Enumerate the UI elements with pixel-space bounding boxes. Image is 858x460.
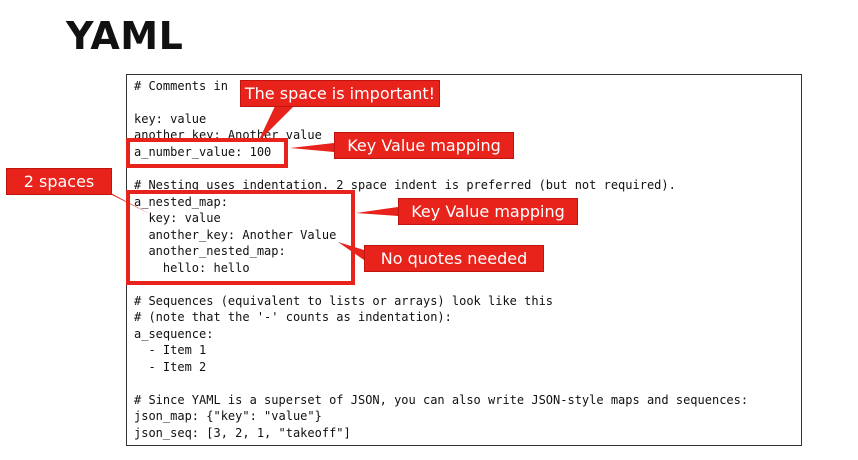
callout-two-spaces: 2 spaces xyxy=(6,168,112,195)
code-line: key: value xyxy=(134,112,207,126)
code-line: a_sequence: xyxy=(134,327,214,341)
code-line: json_seq: [3, 2, 1, "takeoff"] xyxy=(134,426,351,440)
code-line: # Comments in xyxy=(134,79,228,93)
slide-title: YAML xyxy=(66,14,184,58)
code-line: # Sequences (equivalent to lists or arra… xyxy=(134,294,554,308)
code-line: # Since YAML is a superset of JSON, you … xyxy=(134,393,749,407)
code-line: - Item 1 xyxy=(134,343,207,357)
code-line: - Item 2 xyxy=(134,360,207,374)
code-line: # (note that the '-' counts as indentati… xyxy=(134,310,452,324)
number-value-highlight-box xyxy=(126,138,288,168)
nested-map-highlight-box xyxy=(126,190,355,285)
callout-no-quotes-needed: No quotes needed xyxy=(364,245,544,272)
callout-key-value-mapping: Key Value mapping xyxy=(334,132,514,159)
code-line: json_map: {"key": "value"} xyxy=(134,409,322,423)
callout-key-value-mapping-nested: Key Value mapping xyxy=(398,198,578,225)
callout-space-important: The space is important! xyxy=(240,80,440,107)
